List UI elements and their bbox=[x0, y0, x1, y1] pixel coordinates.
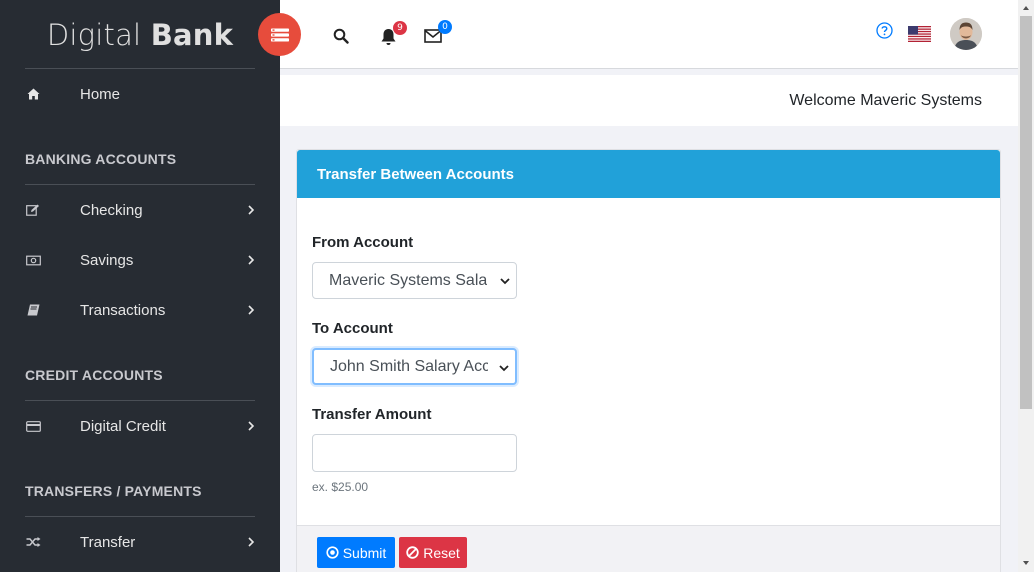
messages-count-badge: 0 bbox=[438, 20, 452, 34]
chevron-down-icon bbox=[499, 275, 511, 287]
notifications-count-badge: 9 bbox=[393, 21, 407, 35]
menu-toggle-button[interactable] bbox=[258, 13, 301, 56]
sidebar-item-transactions[interactable]: Transactions bbox=[0, 292, 280, 328]
transfer-amount-label: Transfer Amount bbox=[312, 406, 432, 423]
submit-button-label: Submit bbox=[342, 544, 387, 561]
submit-button[interactable]: Submit bbox=[317, 537, 395, 568]
random-icon bbox=[25, 534, 41, 550]
from-account-label: From Account bbox=[312, 234, 414, 251]
reset-button[interactable]: Reset bbox=[399, 537, 467, 568]
sidebar-item-savings[interactable]: Savings bbox=[0, 242, 280, 278]
chevron-right-icon bbox=[248, 255, 255, 265]
chevron-right-icon bbox=[248, 537, 255, 547]
card-header: Transfer Between Accounts bbox=[297, 150, 1000, 198]
top-header: 9 0 bbox=[280, 0, 1018, 69]
card-footer: Submit Reset bbox=[297, 525, 1000, 572]
user-avatar[interactable] bbox=[950, 18, 982, 50]
credit-card-icon bbox=[25, 418, 41, 434]
divider bbox=[25, 68, 255, 69]
chevron-right-icon bbox=[248, 305, 255, 315]
help-icon bbox=[876, 22, 893, 39]
sidebar-item-checking[interactable]: Checking bbox=[0, 192, 280, 228]
sidebar-item-transfer[interactable]: Transfer bbox=[0, 524, 280, 560]
book-icon bbox=[25, 302, 41, 318]
ban-icon bbox=[406, 546, 419, 559]
scroll-down-arrow-icon[interactable] bbox=[1022, 559, 1030, 567]
welcome-message: Welcome Maveric Systems bbox=[789, 92, 982, 109]
brand-logo[interactable]: Digital Bank bbox=[0, 0, 280, 69]
welcome-bar: Welcome Maveric Systems bbox=[280, 75, 1018, 126]
brand-name-light: Digital bbox=[46, 17, 151, 52]
sidebar-item-digital-credit[interactable]: Digital Credit bbox=[0, 408, 280, 444]
transfer-card: Transfer Between Accounts From Account M… bbox=[296, 149, 1001, 572]
from-account-value: Maveric Systems Salary Account bbox=[329, 271, 487, 289]
chevron-down-icon bbox=[498, 362, 510, 374]
section-title-banking: BANKING ACCOUNTS bbox=[25, 151, 177, 167]
scroll-up-arrow-icon[interactable] bbox=[1022, 4, 1030, 12]
to-account-select[interactable]: John Smith Salary Account bbox=[312, 348, 517, 385]
divider bbox=[25, 400, 255, 401]
reset-button-label: Reset bbox=[423, 544, 460, 561]
help-button[interactable] bbox=[876, 22, 896, 42]
from-account-select[interactable]: Maveric Systems Salary Account bbox=[312, 262, 517, 299]
divider bbox=[25, 516, 255, 517]
home-icon bbox=[25, 86, 41, 102]
section-title-transfers: TRANSFERS / PAYMENTS bbox=[25, 483, 202, 499]
edit-icon bbox=[25, 202, 41, 218]
divider bbox=[25, 184, 255, 185]
language-selector[interactable] bbox=[908, 26, 931, 42]
transfer-amount-input[interactable] bbox=[312, 434, 517, 472]
section-title-credit: CREDIT ACCOUNTS bbox=[25, 367, 163, 383]
sidebar-item-label: Checking bbox=[80, 201, 143, 219]
card-title: Transfer Between Accounts bbox=[317, 165, 514, 183]
us-flag-icon bbox=[908, 26, 931, 42]
scrollbar-thumb[interactable] bbox=[1020, 16, 1032, 409]
sidebar: Digital Bank Home BANKING ACCOUNTS Check… bbox=[0, 0, 280, 572]
to-account-value: John Smith Salary Account bbox=[330, 357, 488, 375]
sidebar-item-label: Savings bbox=[80, 251, 134, 269]
sidebar-item-label: Home bbox=[80, 85, 121, 103]
chevron-right-icon bbox=[248, 421, 255, 431]
menu-icon bbox=[270, 28, 289, 41]
search-icon bbox=[333, 28, 349, 44]
transfer-amount-help: ex. $25.00 bbox=[312, 480, 369, 494]
sidebar-item-label: Transfer bbox=[80, 533, 136, 551]
page-scrollbar[interactable] bbox=[1018, 0, 1034, 572]
avatar-icon bbox=[950, 18, 982, 50]
sidebar-item-label: Transactions bbox=[80, 301, 166, 319]
sidebar-item-home[interactable]: Home bbox=[0, 76, 280, 112]
to-account-label: To Account bbox=[312, 320, 393, 337]
sidebar-item-label: Digital Credit bbox=[80, 417, 166, 435]
brand-name-bold: Bank bbox=[150, 17, 234, 52]
search-button[interactable] bbox=[333, 28, 353, 48]
money-icon bbox=[25, 252, 41, 268]
dot-circle-icon bbox=[326, 546, 339, 559]
chevron-right-icon bbox=[248, 205, 255, 215]
